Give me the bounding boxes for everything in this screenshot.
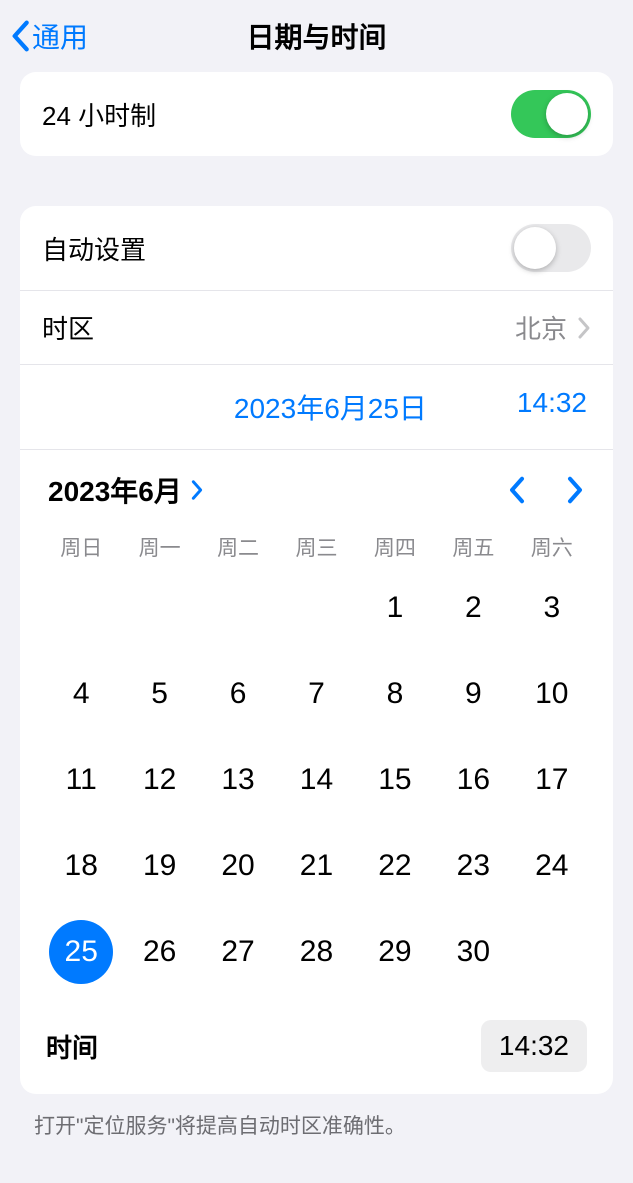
- weekday-label: 周五: [434, 524, 512, 580]
- calendar-day[interactable]: 13: [199, 752, 277, 808]
- time-picker-button[interactable]: 14:32: [481, 1020, 587, 1072]
- month-picker-button[interactable]: 2023年6月: [48, 470, 204, 510]
- calendar-day[interactable]: 14: [277, 752, 355, 808]
- calendar-day[interactable]: 17: [513, 752, 591, 808]
- calendar-day[interactable]: 20: [199, 838, 277, 894]
- back-label: 通用: [32, 16, 88, 56]
- calendar-empty-cell: [120, 580, 198, 636]
- calendar-day[interactable]: 10: [513, 666, 591, 722]
- calendar-day[interactable]: 7: [277, 666, 355, 722]
- label-auto-set: 自动设置: [42, 230, 511, 267]
- current-time-button[interactable]: 14:32: [517, 387, 587, 427]
- calendar-day[interactable]: 6: [199, 666, 277, 722]
- weekday-label: 周二: [199, 524, 277, 580]
- value-timezone: 北京: [515, 309, 567, 346]
- calendar-day[interactable]: 1: [356, 580, 434, 636]
- row-auto-set: 自动设置: [20, 206, 613, 290]
- calendar-empty-cell: [277, 580, 355, 636]
- calendar-empty-cell: [42, 580, 120, 636]
- weekday-label: 周日: [42, 524, 120, 580]
- calendar-day[interactable]: 30: [434, 924, 512, 980]
- toggle-knob: [546, 93, 588, 135]
- calendar-day[interactable]: 2: [434, 580, 512, 636]
- row-current-datetime: 2023年6月25日 14:32: [20, 364, 613, 449]
- toggle-knob: [514, 227, 556, 269]
- navbar: 通用 日期与时间: [0, 0, 633, 72]
- chevron-right-icon: [190, 479, 204, 501]
- calendar-day[interactable]: 3: [513, 580, 591, 636]
- calendar-day[interactable]: 21: [277, 838, 355, 894]
- calendar-day[interactable]: 28: [277, 924, 355, 980]
- section-24hour: 24 小时制: [20, 72, 613, 156]
- calendar-day[interactable]: 12: [120, 752, 198, 808]
- weekday-row: 周日周一周二周三周四周五周六: [20, 524, 613, 580]
- next-month-button[interactable]: [565, 475, 585, 505]
- toggle-24hour[interactable]: [511, 90, 591, 138]
- label-24hour: 24 小时制: [42, 96, 511, 133]
- calendar-day[interactable]: 27: [199, 924, 277, 980]
- calendar-grid: 1234567891011121314151617181920212223242…: [20, 580, 613, 1006]
- calendar-day[interactable]: 18: [42, 838, 120, 894]
- row-timezone[interactable]: 时区 北京: [20, 290, 613, 364]
- weekday-label: 周四: [356, 524, 434, 580]
- footer-note: 打开"定位服务"将提高自动时区准确性。: [0, 1104, 633, 1140]
- calendar-day[interactable]: 16: [434, 752, 512, 808]
- calendar-nav: [507, 475, 585, 505]
- chevron-left-icon: [10, 20, 30, 52]
- toggle-auto-set[interactable]: [511, 224, 591, 272]
- calendar-day[interactable]: 22: [356, 838, 434, 894]
- label-time: 时间: [46, 1028, 481, 1065]
- label-timezone: 时区: [42, 309, 515, 346]
- calendar-empty-cell: [199, 580, 277, 636]
- row-time: 时间 14:32: [20, 1006, 613, 1094]
- weekday-label: 周三: [277, 524, 355, 580]
- section-datetime: 自动设置 时区 北京 2023年6月25日 14:32 2023年6月: [20, 206, 613, 1094]
- calendar-header: 2023年6月: [20, 449, 613, 524]
- calendar-day[interactable]: 26: [120, 924, 198, 980]
- calendar-day[interactable]: 11: [42, 752, 120, 808]
- current-date-button[interactable]: 2023年6月25日: [234, 387, 427, 427]
- chevron-right-icon: [577, 316, 591, 340]
- calendar-day[interactable]: 9: [434, 666, 512, 722]
- page-title: 日期与时间: [246, 16, 386, 56]
- calendar-day[interactable]: 29: [356, 924, 434, 980]
- calendar-day[interactable]: 15: [356, 752, 434, 808]
- prev-month-button[interactable]: [507, 475, 527, 505]
- calendar-day[interactable]: 23: [434, 838, 512, 894]
- calendar-day[interactable]: 24: [513, 838, 591, 894]
- calendar-day[interactable]: 8: [356, 666, 434, 722]
- calendar-day[interactable]: 19: [120, 838, 198, 894]
- weekday-label: 周六: [513, 524, 591, 580]
- month-label: 2023年6月: [48, 470, 182, 510]
- calendar-day[interactable]: 5: [120, 666, 198, 722]
- back-button[interactable]: 通用: [10, 16, 88, 56]
- row-24hour: 24 小时制: [20, 72, 613, 156]
- calendar-day[interactable]: 25: [42, 924, 120, 980]
- calendar-day[interactable]: 4: [42, 666, 120, 722]
- weekday-label: 周一: [120, 524, 198, 580]
